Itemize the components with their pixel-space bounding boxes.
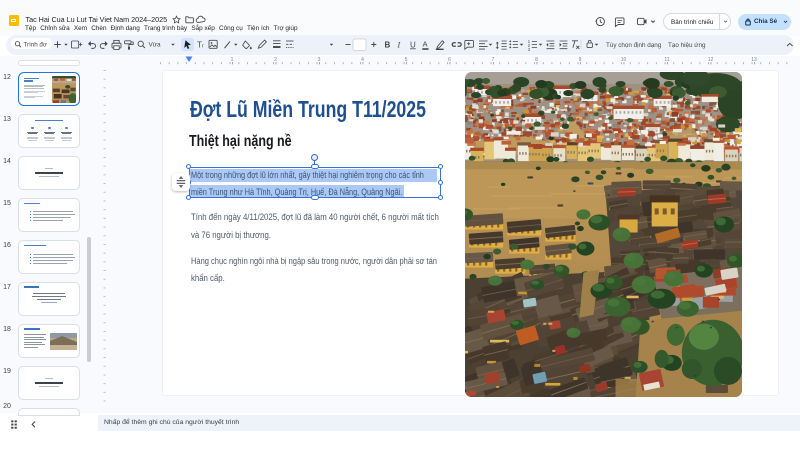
svg-text:Vừa: Vừa: [149, 42, 162, 49]
svg-text:I: I: [397, 40, 401, 49]
svg-text:A: A: [423, 40, 429, 49]
svg-text:Tùy chọn định dạng: Tùy chọn định dạng: [606, 42, 662, 49]
svg-text:Tạo hiệu ứng: Tạo hiệu ứng: [668, 42, 706, 49]
svg-text:3: 3: [528, 47, 531, 52]
svg-text:r: r: [202, 43, 204, 49]
svg-text:B: B: [385, 40, 391, 49]
svg-text:Trình đơ: Trình đơ: [24, 41, 47, 48]
svg-text:U: U: [410, 40, 416, 49]
